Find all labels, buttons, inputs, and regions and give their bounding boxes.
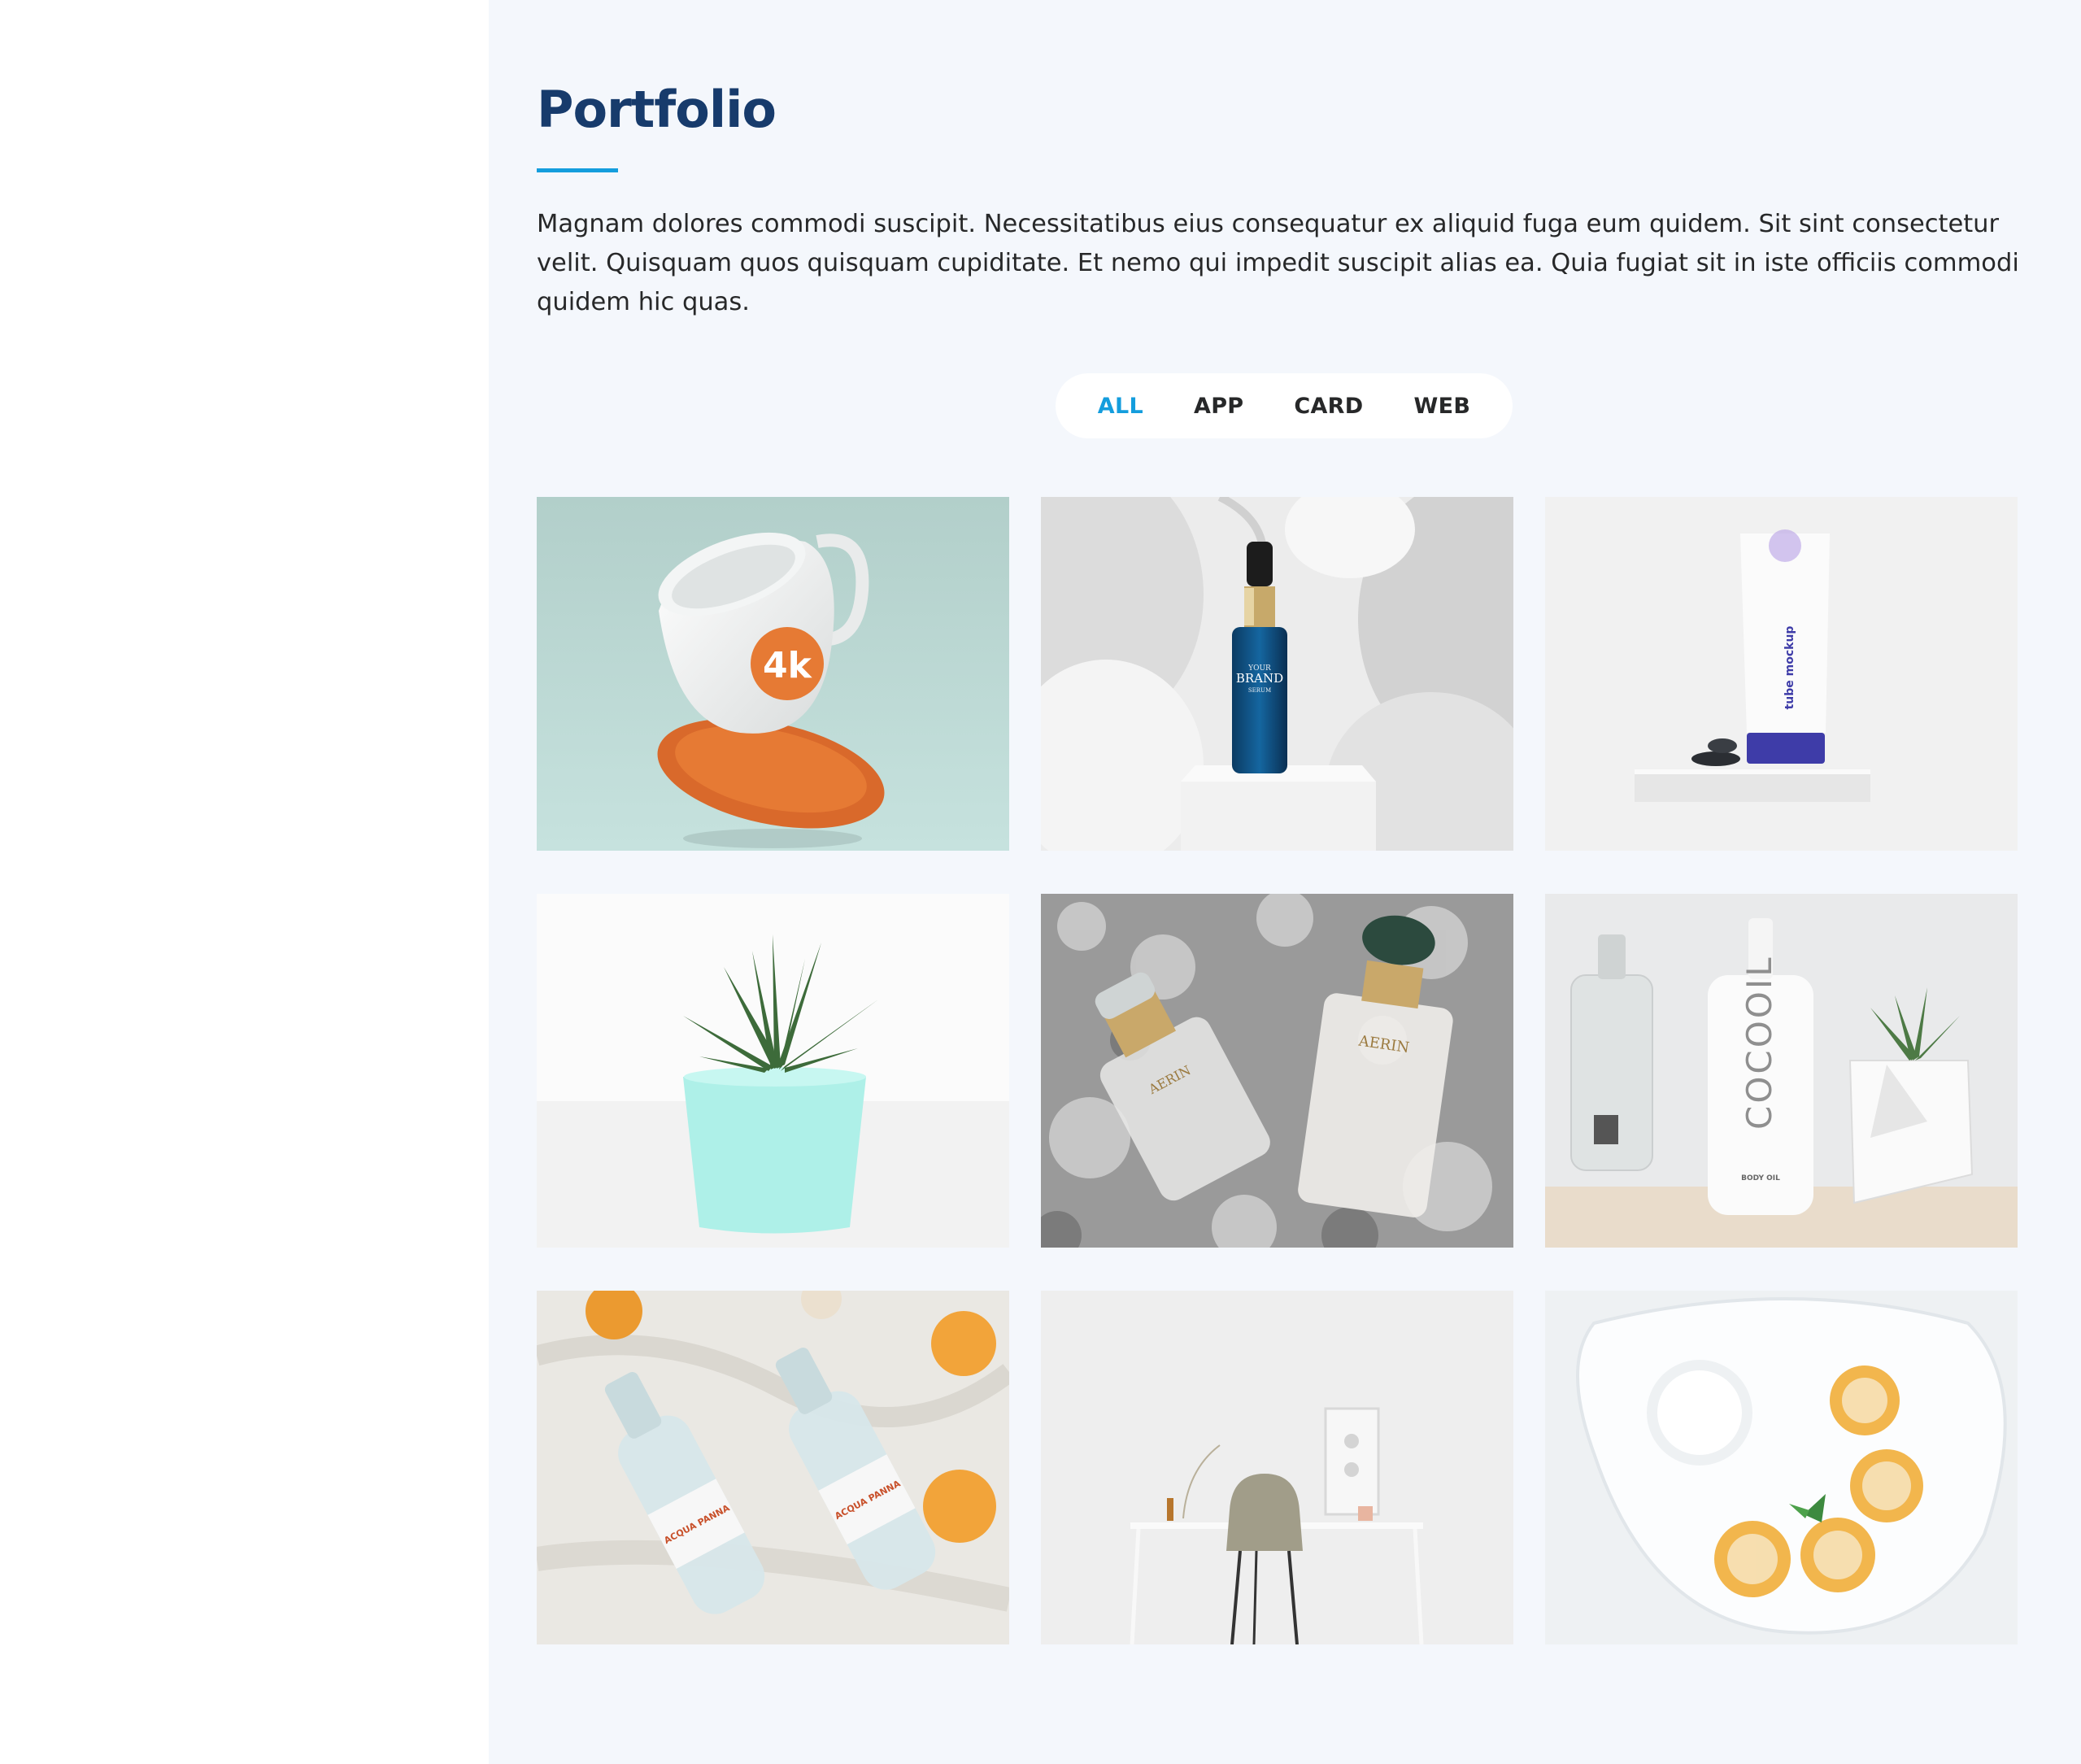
tube-mockup-image: tube mockup xyxy=(1545,497,2018,851)
filter-all[interactable]: ALL xyxy=(1073,394,1169,419)
perfume-bottles-image: AERIN AERIN xyxy=(1041,894,1513,1248)
portfolio-grid: 4k YOUR BRAND SERUM tube mockup AERIN AE… xyxy=(537,497,2018,1644)
portfolio-item-desk[interactable] xyxy=(1041,1291,1513,1644)
svg-text:COCOOIL: COCOOIL xyxy=(1739,955,1779,1130)
page: Portfolio Magnam dolores commodi suscipi… xyxy=(0,0,2081,1764)
svg-text:SERUM: SERUM xyxy=(1248,687,1271,694)
sidebar xyxy=(0,0,489,1764)
portfolio-item-pancakes[interactable] xyxy=(1545,1291,2018,1644)
filter-card[interactable]: CARD xyxy=(1269,394,1388,419)
title-underline xyxy=(537,168,618,172)
water-bottles-image: ACQUA PANNA ACQUA PANNA xyxy=(537,1291,1009,1644)
portfolio-filters: ALL APP CARD WEB xyxy=(1056,373,1513,438)
portfolio-item-cocooil[interactable]: COCOOIL BODY OIL xyxy=(1545,894,2018,1248)
pancakes-plate-image xyxy=(1545,1291,2018,1644)
portfolio-item-mug[interactable]: 4k xyxy=(537,497,1009,851)
portfolio-item-serum[interactable]: YOUR BRAND SERUM xyxy=(1041,497,1513,851)
section-description: Magnam dolores commodi suscipit. Necessi… xyxy=(537,210,2019,316)
filter-web[interactable]: WEB xyxy=(1389,394,1496,419)
portfolio-item-tube[interactable]: tube mockup xyxy=(1545,497,2018,851)
svg-text:tube mockup: tube mockup xyxy=(1783,626,1796,710)
portfolio-item-water-bottles[interactable]: ACQUA PANNA ACQUA PANNA xyxy=(537,1291,1009,1644)
svg-text:BODY OIL: BODY OIL xyxy=(1741,1174,1780,1183)
section-title: Portfolio xyxy=(537,80,777,139)
serum-bottle-image: YOUR BRAND SERUM xyxy=(1041,497,1513,851)
svg-text:BRAND: BRAND xyxy=(1236,671,1283,686)
portfolio-item-perfume[interactable]: AERIN AERIN xyxy=(1041,894,1513,1248)
portfolio-item-succulent[interactable] xyxy=(537,894,1009,1248)
svg-text:4k: 4k xyxy=(763,645,813,686)
cocooil-bottle-image: COCOOIL BODY OIL xyxy=(1545,894,2018,1248)
succulent-pot-image xyxy=(537,894,1009,1248)
filter-app[interactable]: APP xyxy=(1169,394,1269,419)
desk-chair-image xyxy=(1041,1291,1513,1644)
mug-mockup-image: 4k xyxy=(537,497,1009,851)
